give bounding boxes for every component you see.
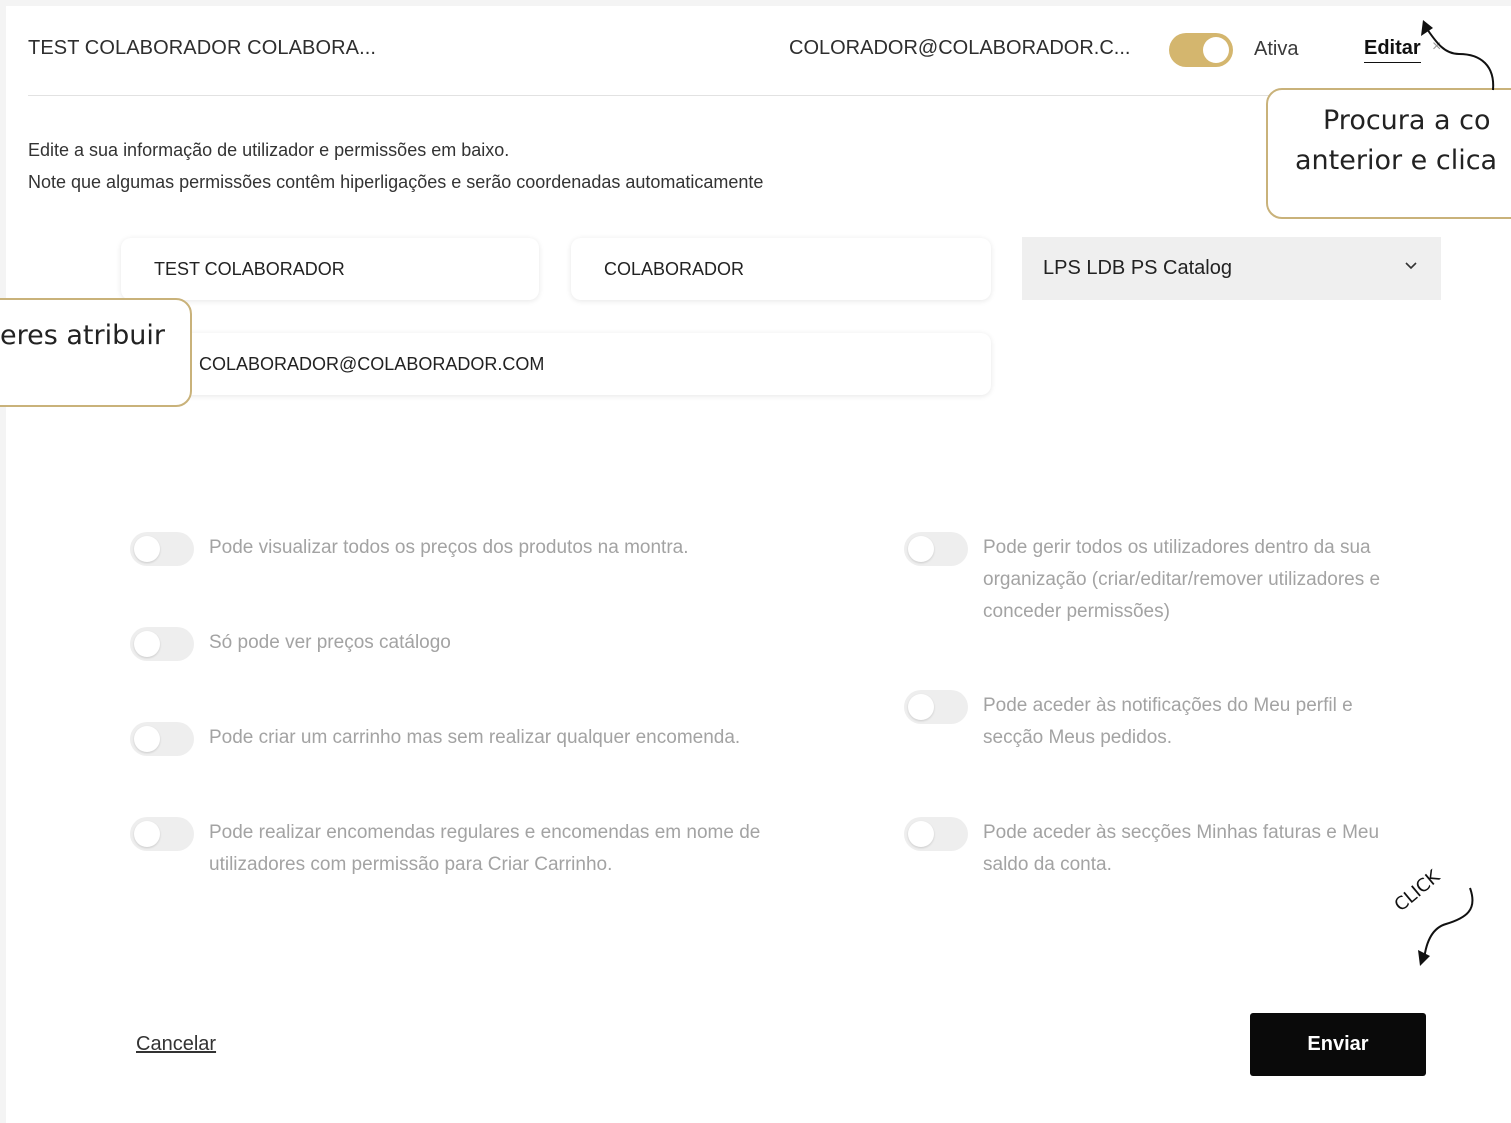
permission-label-notifications: Pode aceder às notificações do Meu perfi… [983, 695, 1353, 748]
toggle-knob [1203, 37, 1229, 63]
callout-text-line-1: Procura a co [1323, 105, 1491, 136]
description-line-2: Note que algumas permissões contêm hiper… [28, 172, 764, 192]
permission-label-place-orders: Pode realizar encomendas regulares e enc… [209, 822, 761, 875]
first-name-field[interactable]: TEST COLABORADOR [121, 238, 539, 300]
active-toggle[interactable] [1169, 33, 1233, 67]
permission-toggle-view-prices[interactable] [130, 532, 194, 566]
callout-tooltip-left: eres atribuir [0, 298, 192, 407]
send-button[interactable]: Enviar [1250, 1013, 1426, 1076]
toggle-knob [134, 821, 160, 847]
toggle-knob [134, 536, 160, 562]
chevron-down-icon [1405, 262, 1417, 270]
permission-label-catalog-prices: Só pode ver preços catálogo [209, 632, 451, 653]
pointer-arrow-icon [1421, 20, 1495, 91]
edit-link[interactable]: Editar [1364, 37, 1421, 63]
toggle-knob [908, 536, 934, 562]
callout-text: eres atribuir [0, 320, 165, 351]
toggle-knob [908, 694, 934, 720]
catalog-value: LPS LDB PS Catalog [1043, 257, 1232, 279]
permission-label-invoices: Pode aceder às secções Minhas faturas e … [983, 822, 1380, 875]
user-name: TEST COLABORADOR COLABORA... [28, 37, 377, 59]
click-arrow-icon [1418, 887, 1474, 966]
permission-toggle-place-orders[interactable] [130, 817, 194, 851]
callout-tooltip-right: Procura a co anterior e clica [1266, 88, 1511, 219]
cancel-link[interactable]: Cancelar [136, 1033, 216, 1056]
catalog-select[interactable]: LPS LDB PS Catalog [1022, 237, 1441, 300]
permission-toggle-create-cart[interactable] [130, 722, 194, 756]
toggle-knob [134, 726, 160, 752]
user-email: COLORADOR@COLABORADOR.C... [789, 37, 1131, 59]
first-name-value: TEST COLABORADOR [154, 258, 345, 279]
last-name-value: COLABORADOR [604, 258, 745, 279]
email-field[interactable]: COLABORADOR@COLABORADOR.COM [166, 333, 991, 395]
email-value: COLABORADOR@COLABORADOR.COM [199, 353, 545, 374]
description-line-1: Edite a sua informação de utilizador e p… [28, 140, 510, 160]
permission-toggle-invoices[interactable] [904, 817, 968, 851]
permission-label-create-cart: Pode criar um carrinho mas sem realizar … [209, 727, 741, 748]
last-name-field[interactable]: COLABORADOR [571, 238, 991, 300]
toggle-knob [134, 631, 160, 657]
permission-toggle-manage-users[interactable] [904, 532, 968, 566]
permission-toggle-catalog-prices[interactable] [130, 627, 194, 661]
status-label: Ativa [1254, 38, 1299, 60]
permission-toggle-notifications[interactable] [904, 690, 968, 724]
toggle-knob [908, 821, 934, 847]
permission-label-manage-users: Pode gerir todos os utilizadores dentro … [983, 537, 1381, 622]
permission-label-view-prices: Pode visualizar todos os preços dos prod… [209, 537, 689, 558]
callout-text-line-2: anterior e clica [1295, 145, 1498, 176]
